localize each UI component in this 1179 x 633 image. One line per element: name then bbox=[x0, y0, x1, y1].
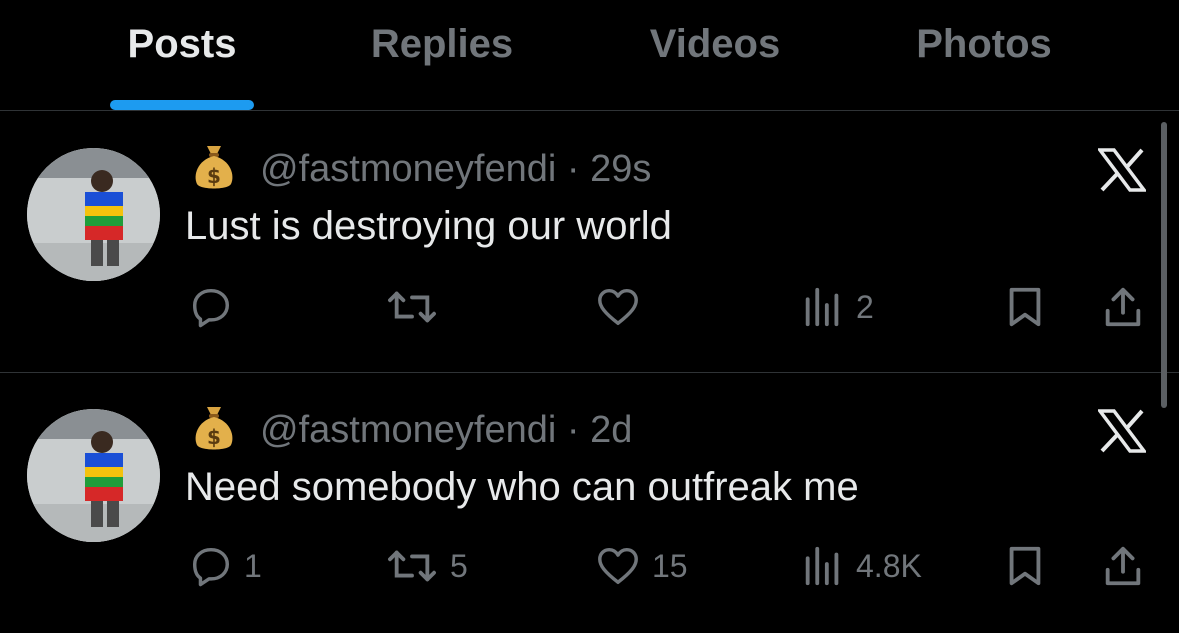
views-count: 2 bbox=[856, 288, 874, 325]
post-handle[interactable]: @fastmoneyfendi bbox=[260, 409, 556, 451]
avatar[interactable] bbox=[27, 409, 160, 542]
svg-text:$: $ bbox=[207, 164, 221, 188]
post-item[interactable]: $ @fastmoneyfendi · 2d Need somebody who… bbox=[0, 373, 1160, 633]
bookmark-icon bbox=[1009, 287, 1041, 327]
reply-icon bbox=[192, 547, 230, 587]
repost-count: 5 bbox=[450, 547, 468, 584]
profile-tabs: Posts Replies Videos Photos bbox=[0, 0, 1179, 110]
money-bag-emoji: $ bbox=[195, 407, 233, 450]
views-button[interactable]: 2 bbox=[800, 284, 874, 330]
avatar[interactable] bbox=[27, 148, 160, 281]
repost-button[interactable] bbox=[384, 284, 450, 330]
x-logo-icon[interactable] bbox=[1098, 409, 1146, 453]
like-count: 15 bbox=[652, 547, 688, 584]
like-button[interactable]: 15 bbox=[594, 543, 688, 589]
separator-dot: · bbox=[566, 148, 580, 190]
bookmark-button[interactable] bbox=[1002, 543, 1048, 589]
money-bag-emoji: $ bbox=[195, 146, 233, 189]
views-icon bbox=[805, 287, 839, 327]
tab-videos[interactable]: Videos bbox=[626, 22, 804, 67]
bookmark-button[interactable] bbox=[1002, 284, 1048, 330]
avatar-image bbox=[27, 148, 160, 281]
views-count: 4.8K bbox=[856, 547, 922, 584]
post-handle[interactable]: @fastmoneyfendi bbox=[260, 148, 556, 190]
post-text: Need somebody who can outfreak me bbox=[185, 465, 859, 509]
reply-button[interactable] bbox=[188, 284, 244, 330]
repost-icon bbox=[388, 550, 436, 582]
share-button[interactable] bbox=[1100, 284, 1146, 330]
avatar-image bbox=[27, 409, 160, 542]
heart-icon bbox=[598, 288, 638, 326]
reply-icon bbox=[192, 288, 230, 328]
reply-count: 1 bbox=[244, 547, 262, 584]
like-button[interactable] bbox=[594, 284, 652, 330]
active-tab-indicator bbox=[110, 100, 254, 110]
svg-text:$: $ bbox=[207, 425, 221, 449]
x-logo-icon[interactable] bbox=[1098, 148, 1146, 192]
repost-icon bbox=[388, 291, 436, 323]
share-icon bbox=[1105, 546, 1141, 586]
post-text: Lust is destroying our world bbox=[185, 204, 672, 248]
heart-icon bbox=[598, 547, 638, 585]
views-button[interactable]: 4.8K bbox=[800, 543, 922, 589]
tab-posts[interactable]: Posts bbox=[110, 22, 254, 67]
tabs-divider bbox=[0, 110, 1179, 111]
post-header: @fastmoneyfendi · 2d bbox=[260, 409, 632, 452]
share-button[interactable] bbox=[1100, 543, 1146, 589]
tab-replies[interactable]: Replies bbox=[352, 22, 532, 67]
repost-button[interactable]: 5 bbox=[384, 543, 468, 589]
post-time[interactable]: 29s bbox=[590, 148, 651, 190]
views-icon bbox=[805, 546, 839, 586]
scrollbar[interactable] bbox=[1161, 122, 1167, 408]
share-icon bbox=[1105, 287, 1141, 327]
reply-button[interactable]: 1 bbox=[188, 543, 262, 589]
bookmark-icon bbox=[1009, 546, 1041, 586]
tab-photos[interactable]: Photos bbox=[896, 22, 1072, 67]
post-time[interactable]: 2d bbox=[590, 409, 632, 451]
separator-dot: · bbox=[566, 409, 580, 451]
post-item[interactable]: $ @fastmoneyfendi · 29s Lust is destroyi… bbox=[0, 112, 1160, 372]
post-header: @fastmoneyfendi · 29s bbox=[260, 148, 651, 191]
